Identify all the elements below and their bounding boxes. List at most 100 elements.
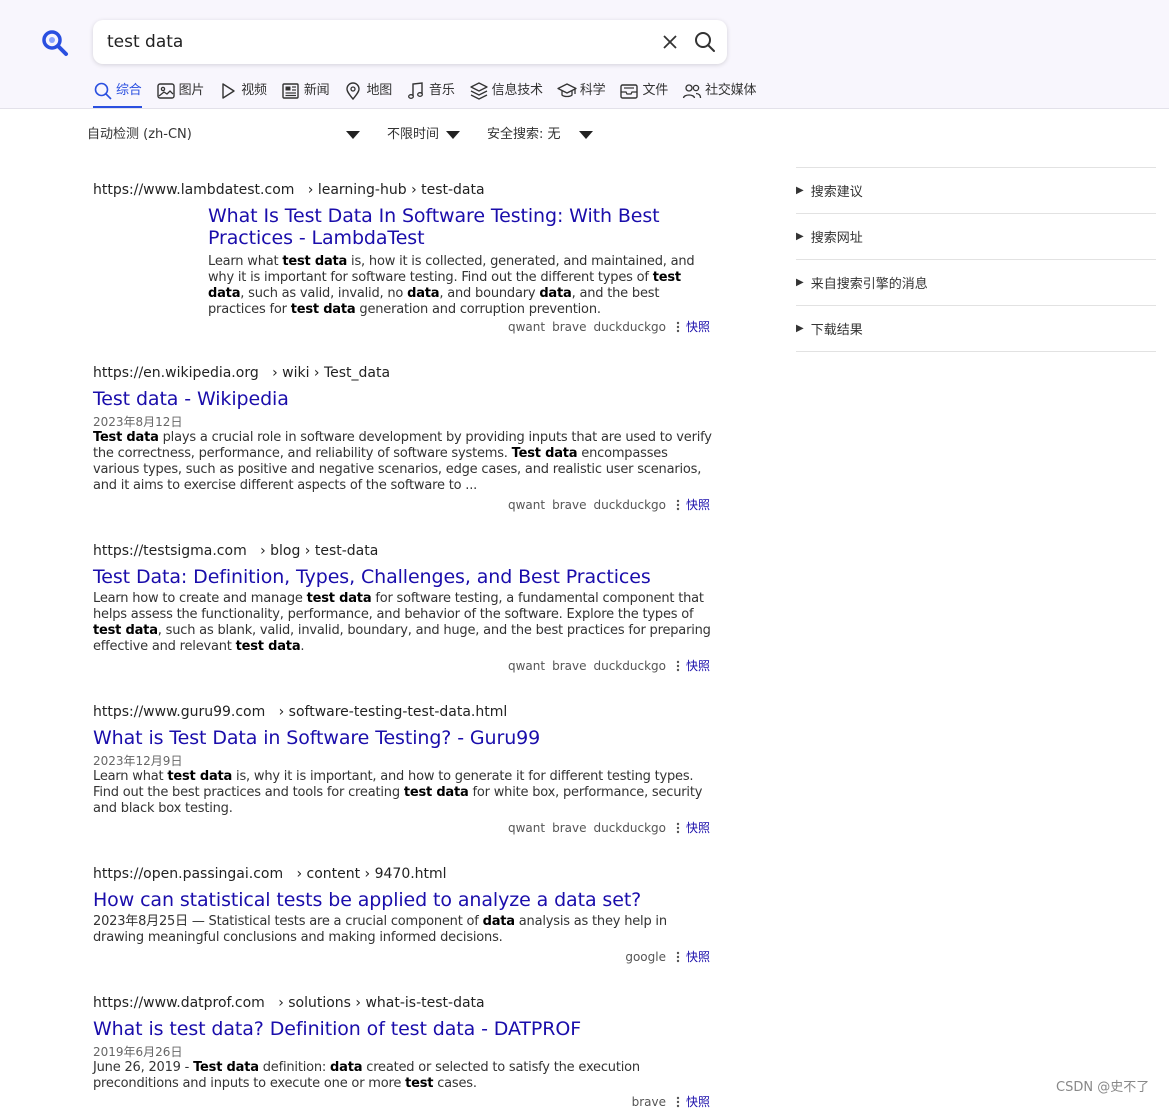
- result-date: 2019年6月26日: [93, 1045, 183, 1059]
- source-label[interactable]: duckduckgo: [593, 498, 666, 512]
- result-title-link[interactable]: What is test data? Definition of test da…: [93, 1018, 713, 1040]
- image-icon: [156, 83, 175, 99]
- result-path: › wiki › Test_data: [272, 365, 391, 381]
- sidebar-item-download-results[interactable]: ▶ 下载结果: [796, 305, 1156, 352]
- tab-maps[interactable]: 地图: [343, 80, 392, 108]
- search-icon: [94, 82, 112, 100]
- logo-magnifier-icon[interactable]: [40, 28, 70, 58]
- tab-label: 地图: [366, 83, 393, 98]
- safe-search-dropdown-icon[interactable]: [579, 131, 593, 139]
- map-pin-icon: [346, 82, 361, 101]
- sidebar-item-search-urls[interactable]: ▶ 搜索网址: [796, 213, 1156, 259]
- tab-files[interactable]: 文件: [619, 80, 668, 108]
- expand-arrow-icon: ▶: [796, 277, 804, 288]
- source-label[interactable]: duckduckgo: [593, 320, 666, 334]
- layers-icon: [470, 82, 488, 100]
- result-url[interactable]: https://en.wikipedia.org › wiki › Test_d…: [93, 363, 713, 383]
- header: 综合 图片 视频 新闻 地图 音乐 信息技术 科学: [0, 0, 1169, 109]
- more-options-icon[interactable]: [676, 822, 680, 834]
- result-sources: qwant brave duckduckgo 快照: [501, 318, 710, 335]
- tab-it[interactable]: 信息技术: [469, 80, 543, 108]
- tab-label: 图片: [178, 83, 205, 98]
- sidebar-item-label: 搜索建议: [810, 185, 863, 200]
- sidebar-item-label: 搜索网址: [810, 231, 863, 246]
- tab-label: 综合: [116, 83, 142, 98]
- language-select[interactable]: 自动检测 (zh-CN): [87, 124, 192, 146]
- time-select[interactable]: 不限时间: [387, 124, 439, 146]
- result-url[interactable]: https://testsigma.com › blog › test-data: [93, 541, 713, 561]
- newspaper-icon: [282, 83, 299, 99]
- result-title-link[interactable]: How can statistical tests be applied to …: [93, 889, 713, 911]
- tab-label: 音乐: [429, 83, 455, 98]
- cached-snapshot-link[interactable]: 快照: [686, 657, 710, 674]
- tab-science[interactable]: 科学: [557, 80, 606, 108]
- result-sources: qwant brave duckduckgo 快照: [501, 657, 710, 674]
- result-item: https://open.passingai.com › content › 9…: [93, 864, 713, 974]
- more-options-icon[interactable]: [676, 499, 680, 511]
- expand-arrow-icon: ▶: [796, 231, 804, 242]
- result-snippet: Learn what test data is, why it is impor…: [93, 769, 703, 816]
- more-options-icon[interactable]: [676, 951, 680, 963]
- language-select-value: 自动检测 (zh-CN): [87, 127, 192, 142]
- result-title-link[interactable]: What is Test Data in Software Testing? -…: [93, 727, 713, 749]
- tab-videos[interactable]: 视频: [218, 80, 267, 108]
- cached-snapshot-link[interactable]: 快照: [686, 318, 710, 335]
- result-path: › blog › test-data: [260, 543, 379, 559]
- result-snippet: Learn what test data is, how it is colle…: [208, 254, 695, 317]
- time-dropdown-icon[interactable]: [446, 131, 460, 139]
- result-title-link[interactable]: Test data - Wikipedia: [93, 388, 713, 410]
- more-options-icon[interactable]: [676, 660, 680, 672]
- tab-social[interactable]: 社交媒体: [682, 80, 756, 108]
- close-icon[interactable]: [660, 32, 680, 52]
- sidebar-panel: ▶ 搜索建议 ▶ 搜索网址 ▶ 来自搜索引擎的消息 ▶ 下载结果: [796, 167, 1156, 352]
- source-label[interactable]: qwant: [508, 821, 545, 835]
- result-url[interactable]: https://www.guru99.com › software-testin…: [93, 702, 713, 722]
- inbox-icon: [620, 84, 639, 99]
- source-label[interactable]: qwant: [508, 320, 545, 334]
- search-input[interactable]: [107, 31, 647, 53]
- music-icon: [408, 82, 423, 99]
- source-label[interactable]: brave: [552, 498, 586, 512]
- result-sources: qwant brave duckduckgo 快照: [501, 496, 710, 513]
- result-title-link[interactable]: Test Data: Definition, Types, Challenges…: [93, 566, 713, 588]
- result-url[interactable]: https://open.passingai.com › content › 9…: [93, 864, 713, 884]
- result-snippet: 2023年8月25日 — Statistical tests are a cru…: [93, 914, 667, 945]
- result-date: 2023年8月12日: [93, 415, 183, 429]
- result-url[interactable]: https://www.lambdatest.com › learning-hu…: [93, 180, 713, 200]
- result-snippet: June 26, 2019 - Test data definition: da…: [93, 1060, 640, 1091]
- tab-label: 科学: [579, 83, 606, 98]
- tab-all[interactable]: 综合: [93, 80, 142, 108]
- cached-snapshot-link[interactable]: 快照: [686, 948, 710, 965]
- result-domain: https://testsigma.com: [93, 543, 247, 559]
- source-label[interactable]: duckduckgo: [593, 821, 666, 835]
- source-label[interactable]: qwant: [508, 659, 545, 673]
- source-label[interactable]: qwant: [508, 498, 545, 512]
- tab-label: 文件: [642, 83, 669, 98]
- tab-news[interactable]: 新闻: [281, 80, 330, 108]
- result-url[interactable]: https://www.datprof.com › solutions › wh…: [93, 993, 713, 1013]
- sidebar-item-search-suggestions[interactable]: ▶ 搜索建议: [796, 167, 1156, 213]
- result-title-link[interactable]: What Is Test Data In Software Testing: W…: [208, 205, 713, 249]
- more-options-icon[interactable]: [676, 321, 680, 333]
- source-label[interactable]: brave: [552, 659, 586, 673]
- result-item: https://www.datprof.com › solutions › wh…: [93, 993, 713, 1109]
- tab-music[interactable]: 音乐: [406, 80, 455, 108]
- tab-images[interactable]: 图片: [156, 80, 205, 108]
- result-domain: https://www.guru99.com: [93, 704, 266, 720]
- language-dropdown-icon[interactable]: [346, 131, 360, 139]
- users-icon: [682, 84, 702, 99]
- safe-search-select[interactable]: 安全搜索: 无: [487, 124, 561, 146]
- cached-snapshot-link[interactable]: 快照: [686, 819, 710, 836]
- sidebar-item-label: 下载结果: [810, 323, 863, 338]
- tab-label: 社交媒体: [705, 83, 757, 98]
- search-icon[interactable]: [693, 30, 717, 54]
- source-label[interactable]: brave: [552, 320, 586, 334]
- source-label[interactable]: google: [625, 950, 666, 964]
- source-label[interactable]: brave: [552, 821, 586, 835]
- safe-search-select-value: 安全搜索: 无: [487, 127, 561, 142]
- cached-snapshot-link[interactable]: 快照: [686, 496, 710, 513]
- result-item: https://www.lambdatest.com › learning-hu…: [93, 180, 713, 340]
- sidebar-item-engine-messages[interactable]: ▶ 来自搜索引擎的消息: [796, 259, 1156, 305]
- source-label[interactable]: duckduckgo: [593, 659, 666, 673]
- play-icon: [222, 83, 235, 99]
